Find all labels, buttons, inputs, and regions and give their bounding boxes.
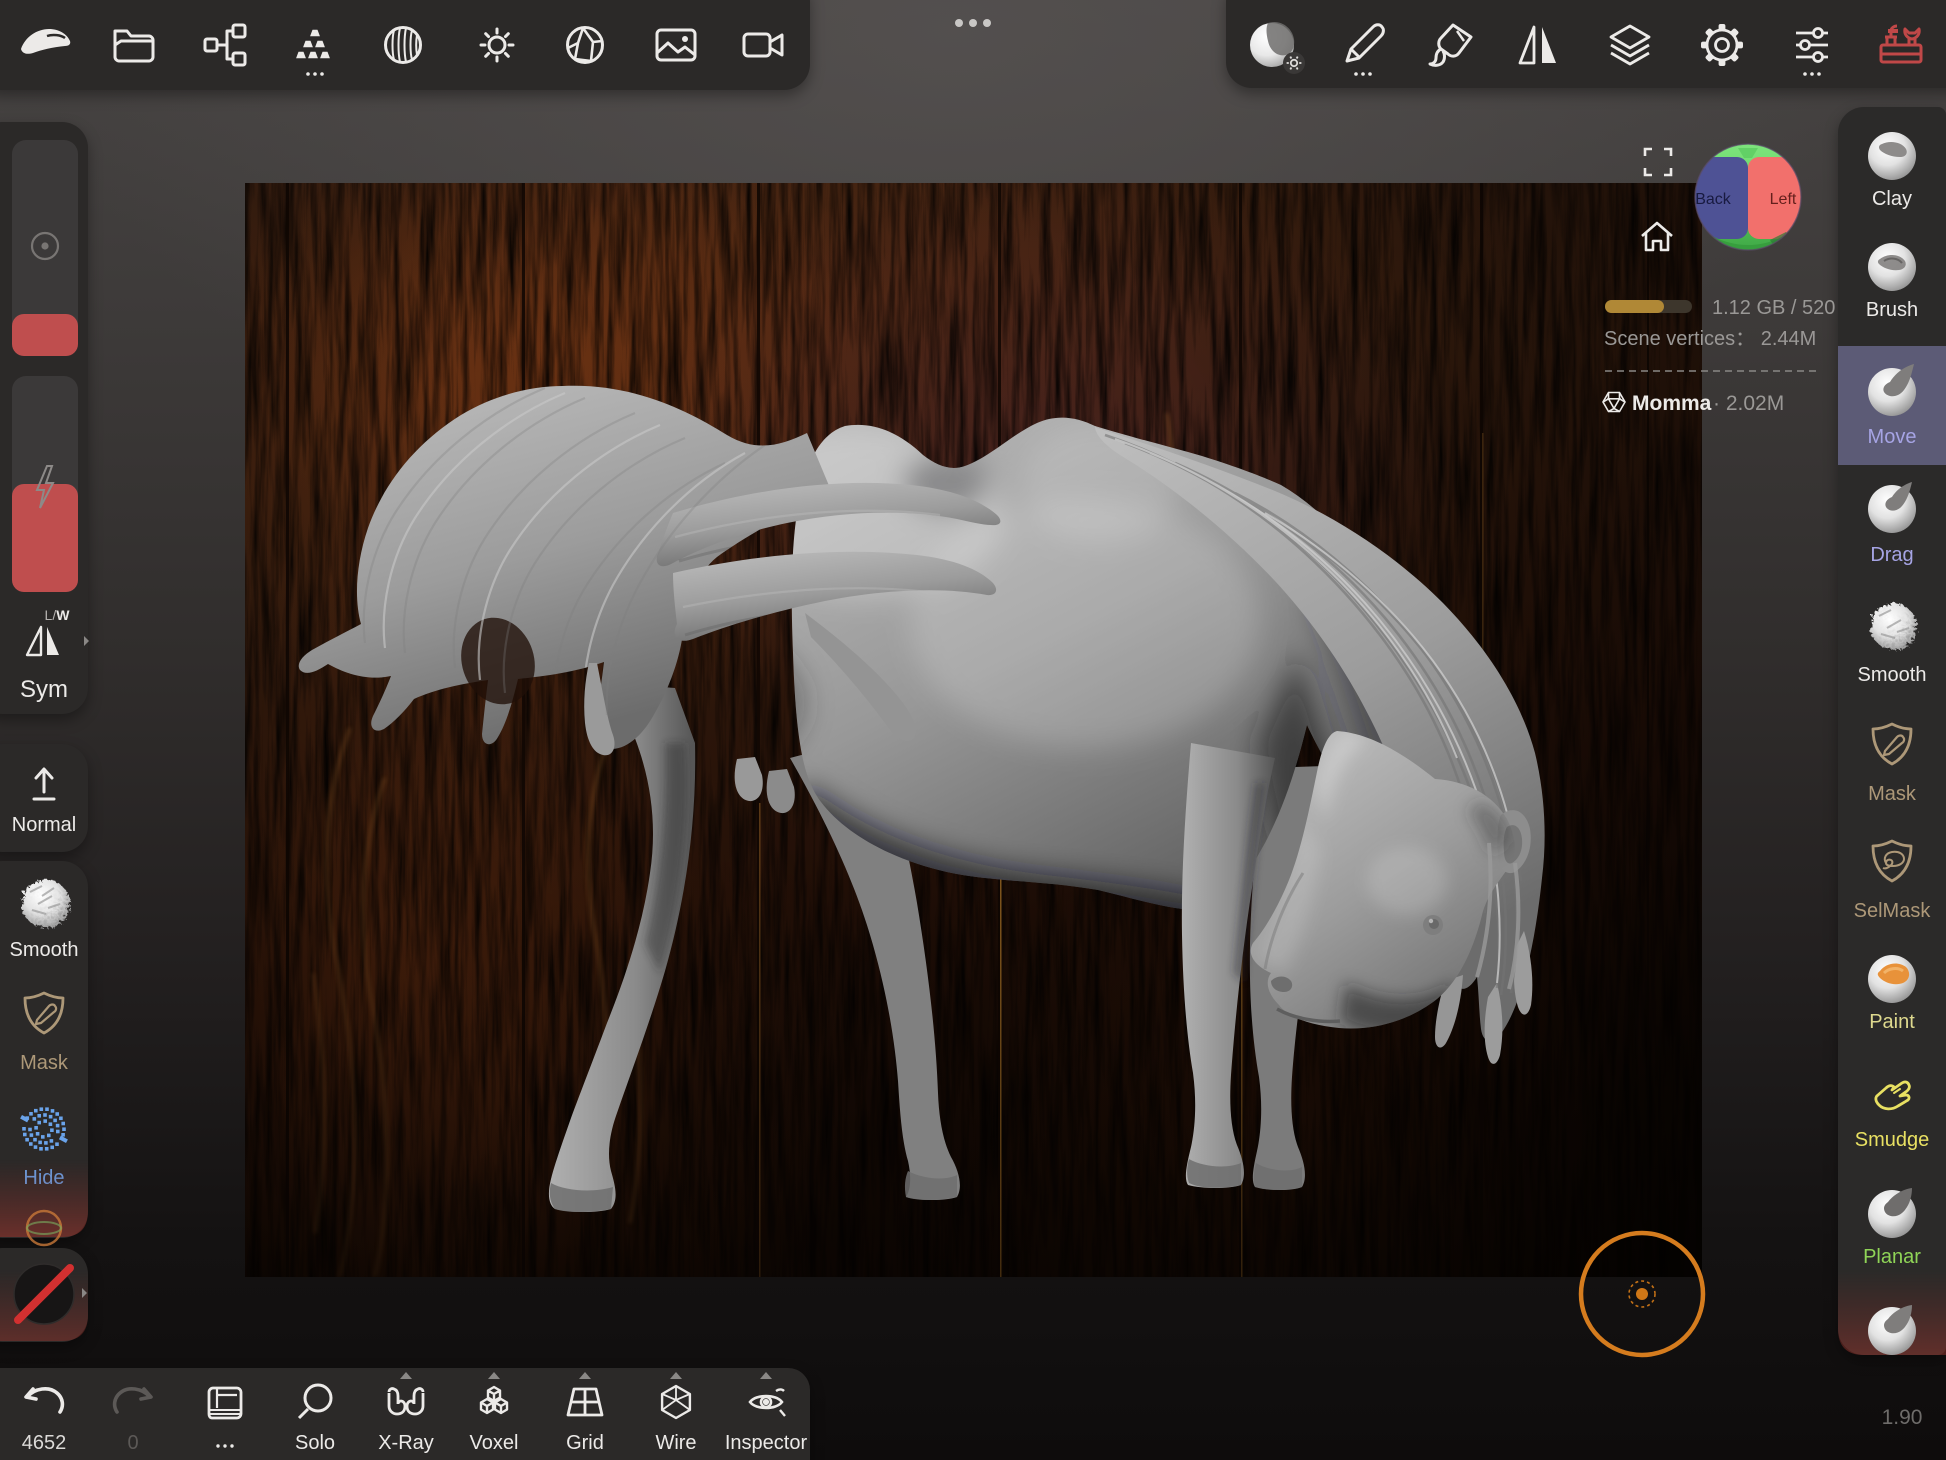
svg-text:· 2.02M: · 2.02M: [1713, 392, 1784, 415]
svg-text:Left: Left: [1770, 191, 1797, 208]
svg-text:1.90: 1.90: [1882, 1406, 1923, 1429]
